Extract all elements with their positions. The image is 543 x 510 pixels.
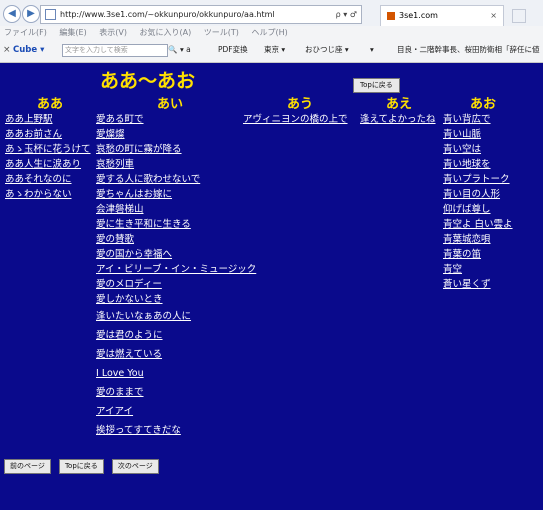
song-link[interactable]: アヴィニヨンの橋の上で <box>243 112 348 127</box>
song-link[interactable]: 愛の賛歌 <box>96 232 256 247</box>
toolbar-search-input[interactable]: 文字を入力して検索 <box>62 44 168 57</box>
song-link[interactable]: 青空よ 白い雲よ <box>443 217 513 232</box>
menu-view[interactable]: 表示(V) <box>99 28 127 37</box>
song-link[interactable]: ああそれなのに <box>5 172 91 187</box>
song-link[interactable]: 青空 <box>443 262 513 277</box>
menu-tools[interactable]: ツール(T) <box>204 28 239 37</box>
song-link[interactable]: 愛ちゃんはお嫁に <box>96 187 256 202</box>
menu-help[interactable]: ヘルプ(H) <box>251 28 287 37</box>
song-link[interactable]: 青いプラトーク <box>443 172 513 187</box>
toolbar-pdf[interactable]: PDF変換 <box>218 41 248 59</box>
top-button[interactable]: Topに戻る <box>353 78 400 93</box>
song-link[interactable]: 愛のままで <box>96 383 256 402</box>
new-tab-button[interactable] <box>512 9 526 23</box>
song-link[interactable]: 青い目の人形 <box>443 187 513 202</box>
song-link[interactable]: 挨拶ってすてきだな <box>96 421 256 440</box>
column-aa: ああ上野駅 ああお前さん あゝ玉杯に花うけて ああ人生に涙あり ああそれなのに … <box>5 112 91 202</box>
search-icon[interactable]: 🔍 <box>168 41 177 59</box>
song-link[interactable]: 逢えてよかったね <box>360 112 436 127</box>
tab-close-icon[interactable]: × <box>490 6 497 26</box>
song-link[interactable]: アイアイ <box>96 402 256 421</box>
song-link[interactable]: ああお前さん <box>5 127 91 142</box>
address-controls[interactable]: ρ ▾ ♂ <box>336 6 357 23</box>
song-link[interactable]: 愛は君のように <box>96 326 256 345</box>
menu-file[interactable]: ファイル(F) <box>4 28 47 37</box>
menu-favorites[interactable]: お気に入り(A) <box>140 28 192 37</box>
page-title: ああ～あお <box>100 70 196 92</box>
song-link[interactable]: 会津磐梯山 <box>96 202 256 217</box>
song-link[interactable]: 青い山脈 <box>443 127 513 142</box>
menu-bar: ファイル(F) 編集(E) 表示(V) お気に入り(A) ツール(T) ヘルプ(… <box>0 26 543 40</box>
song-link[interactable]: ああ人生に涙あり <box>5 157 91 172</box>
song-link[interactable]: あゝわからない <box>5 187 91 202</box>
site-favicon-icon <box>387 11 395 20</box>
column-heading-ae: あえ <box>386 97 413 112</box>
song-link[interactable]: I Love You <box>96 364 256 383</box>
cube-button[interactable]: Cube ▾ <box>13 41 44 59</box>
page-content: ああ～あお Topに戻る ああ あい あう あえ あお ああ上野駅 ああお前さん… <box>0 62 543 510</box>
song-link[interactable]: 愛は燃えている <box>96 345 256 364</box>
column-ae: 逢えてよかったね <box>360 112 436 127</box>
song-link[interactable]: 愛する人に歌わせないで <box>96 172 256 187</box>
song-link[interactable]: 愛に生き平和に生きる <box>96 217 256 232</box>
song-link[interactable]: 愛のメロディー <box>96 277 256 292</box>
info-icon[interactable]: ▾ <box>370 41 374 59</box>
song-link[interactable]: あゝ玉杯に花うけて <box>5 142 91 157</box>
column-ao: 青い背広で 青い山脈 青い空は 青い地球を 青いプラトーク 青い目の人形 仰げば… <box>443 112 513 292</box>
address-url: http://www.3se1.com/~okkunpuro/okkunpuro… <box>60 10 275 19</box>
song-link[interactable]: 青葉城恋唄 <box>443 232 513 247</box>
address-bar[interactable]: http://www.3se1.com/~okkunpuro/okkunpuro… <box>40 5 362 24</box>
toolbar-news[interactable]: 目良・二階幹事長、桜田防衛相「辞任に値 <box>397 41 540 59</box>
song-link[interactable]: 仰げば尊し <box>443 202 513 217</box>
toolbar-horoscope[interactable]: おひつじ座 ▾ <box>305 41 349 59</box>
menu-edit[interactable]: 編集(E) <box>59 28 86 37</box>
page-icon <box>45 9 56 20</box>
song-link[interactable]: 哀愁列車 <box>96 157 256 172</box>
toolbar-amazon[interactable]: ▾ a <box>180 41 191 59</box>
toolbar-weather[interactable]: 東京 ▾ <box>264 41 285 59</box>
toolbar-close-icon[interactable]: × <box>3 41 11 59</box>
browser-chrome: ◀ ▶ http://www.3se1.com/~okkunpuro/okkun… <box>0 0 543 63</box>
next-page-button[interactable]: 次のページ <box>111 459 159 474</box>
column-au: アヴィニヨンの橋の上で <box>243 112 348 127</box>
bottom-navigation: 前のページ Topに戻る 次のページ <box>4 453 162 474</box>
song-link[interactable]: 哀愁の町に霧が降る <box>96 142 256 157</box>
bottom-top-button[interactable]: Topに戻る <box>58 459 104 474</box>
column-heading-au: あう <box>287 97 314 112</box>
forward-button[interactable]: ▶ <box>22 5 40 23</box>
song-link[interactable]: アイ・ビリーブ・イン・ミュージック <box>96 262 256 277</box>
song-link[interactable]: 青い空は <box>443 142 513 157</box>
browser-top-row: ◀ ▶ http://www.3se1.com/~okkunpuro/okkun… <box>0 0 543 26</box>
song-link[interactable]: 逢いたいなぁあの人に <box>96 307 256 326</box>
song-link[interactable]: 愛燦燦 <box>96 127 256 142</box>
song-link[interactable]: 愛しかないとき <box>96 292 256 307</box>
song-link[interactable]: 青葉の笛 <box>443 247 513 262</box>
song-link[interactable]: 愛の国から幸福へ <box>96 247 256 262</box>
prev-page-button[interactable]: 前のページ <box>4 459 51 474</box>
song-link[interactable]: 愛ある町で <box>96 112 256 127</box>
toolbar: × Cube ▾ 文字を入力して検索 🔍 ▾ a PDF変換 東京 ▾ おひつじ… <box>0 41 543 59</box>
column-ai: 愛ある町で 愛燦燦 哀愁の町に霧が降る 哀愁列車 愛する人に歌わせないで 愛ちゃ… <box>96 112 256 440</box>
column-heading-ai: あい <box>157 97 184 112</box>
browser-tab[interactable]: 3se1.com × <box>380 5 504 26</box>
song-link[interactable]: 青い背広で <box>443 112 513 127</box>
column-heading-ao: あお <box>470 97 497 112</box>
song-link[interactable]: ああ上野駅 <box>5 112 91 127</box>
column-heading-aa: ああ <box>37 97 64 112</box>
tab-title: 3se1.com <box>399 11 438 20</box>
back-button[interactable]: ◀ <box>3 5 21 23</box>
song-link[interactable]: 蒼い星くず <box>443 277 513 292</box>
song-link[interactable]: 青い地球を <box>443 157 513 172</box>
